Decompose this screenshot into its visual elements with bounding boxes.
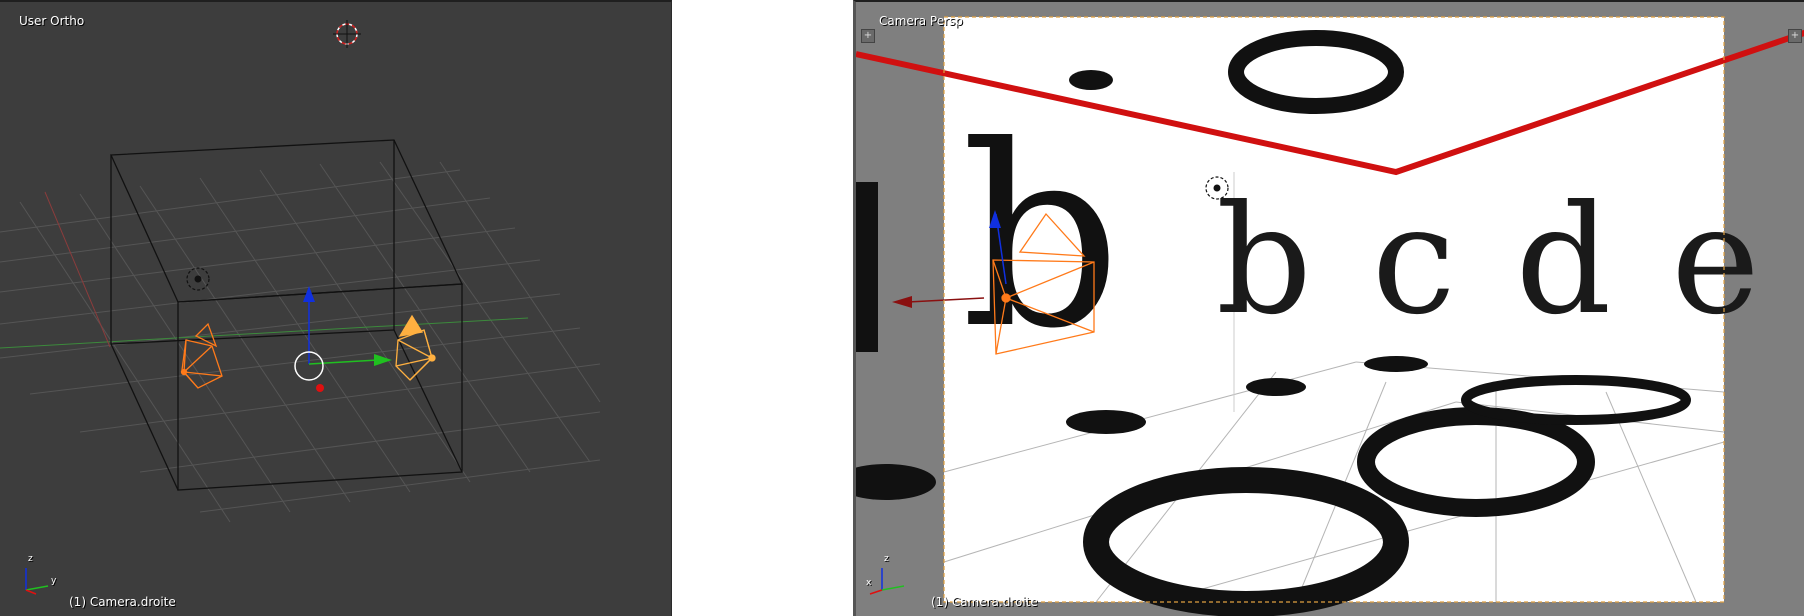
axis-y-letter: y bbox=[51, 576, 57, 586]
view-mode-label: Camera Persp bbox=[879, 14, 963, 28]
lamp-icon[interactable] bbox=[186, 267, 210, 291]
view-mode-label: User Ortho bbox=[19, 14, 85, 28]
wall-letters-c-d: b c d e f bbox=[1216, 174, 1804, 348]
region-split-icon[interactable]: + bbox=[861, 29, 875, 43]
axis-x-letter: x bbox=[866, 578, 872, 588]
world-x-axis-line bbox=[44, 191, 111, 348]
left-3d-viewport[interactable]: User Ortho z y (1) Camera.droite bbox=[0, 0, 672, 616]
right-scene-canvas[interactable]: b b c d e f bbox=[856, 2, 1804, 616]
region-split-right-icon[interactable]: + bbox=[1788, 29, 1802, 43]
view-axis-widget bbox=[25, 568, 49, 595]
gizmo-y-arrow-icon[interactable] bbox=[374, 354, 392, 366]
wall-letter-b: b bbox=[961, 92, 1121, 383]
axis-z-letter: z bbox=[28, 554, 33, 564]
axis-z-letter: z bbox=[884, 554, 889, 564]
transform-gizmo[interactable] bbox=[294, 286, 392, 392]
active-object-label: (1) Camera.droite bbox=[69, 595, 176, 609]
right-3d-viewport[interactable]: b b c d e f + + Camera bbox=[853, 0, 1804, 616]
3d-cursor-icon[interactable] bbox=[333, 20, 361, 48]
active-object-label: (1) Camera.droite bbox=[931, 595, 1038, 609]
floor-grid bbox=[0, 161, 601, 523]
room-wireframe-box bbox=[110, 139, 463, 491]
left-scene-canvas[interactable] bbox=[0, 2, 672, 616]
gizmo-x-handle-icon[interactable] bbox=[316, 384, 324, 392]
